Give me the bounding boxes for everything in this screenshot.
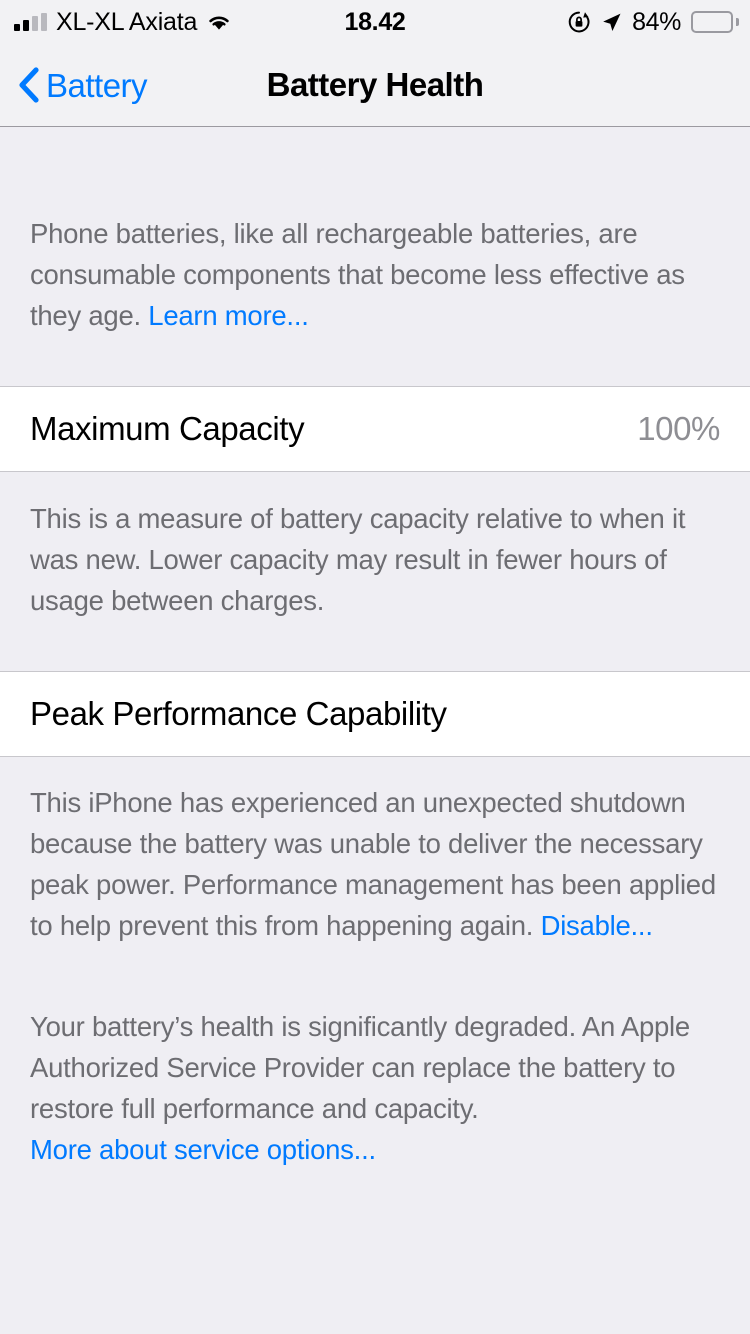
peak-performance-capability-row: Peak Performance Capability xyxy=(0,671,750,757)
maximum-capacity-description: This is a measure of battery capacity re… xyxy=(30,503,686,616)
carrier-name: XL-XL Axiata xyxy=(56,7,198,36)
peak-performance-description: This iPhone has experienced an unexpecte… xyxy=(0,757,750,946)
cellular-signal-icon xyxy=(14,12,47,31)
battery-icon xyxy=(691,11,739,33)
maximum-capacity-row: Maximum Capacity 100% xyxy=(0,386,750,472)
intro-description-text: Phone batteries, like all rechargeable b… xyxy=(30,218,685,331)
maximum-capacity-label: Maximum Capacity xyxy=(30,410,305,447)
peak-performance-capability-label: Peak Performance Capability xyxy=(30,695,447,732)
location-arrow-icon xyxy=(601,12,622,33)
learn-more-link[interactable]: Learn more... xyxy=(148,300,309,331)
navigation-bar: Battery Battery Health xyxy=(0,44,750,127)
back-button-label: Battery xyxy=(46,66,148,104)
intro-description: Phone batteries, like all rechargeable b… xyxy=(0,127,750,386)
maximum-capacity-value: 100% xyxy=(637,410,720,447)
status-bar: XL-XL Axiata 18.42 84% xyxy=(0,0,750,44)
chevron-left-icon xyxy=(18,67,40,103)
disable-performance-management-link[interactable]: Disable... xyxy=(541,910,653,941)
rotation-lock-icon xyxy=(567,10,591,34)
settings-content: Phone batteries, like all rechargeable b… xyxy=(0,127,750,1334)
more-about-service-options-link[interactable]: More about service options... xyxy=(30,1129,720,1170)
back-button[interactable]: Battery xyxy=(18,66,148,104)
status-bar-left: XL-XL Axiata xyxy=(14,7,232,36)
status-bar-right: 84% xyxy=(567,7,739,36)
service-advisory-text: Your battery’s health is significantly d… xyxy=(30,1011,690,1124)
battery-health-screen: XL-XL Axiata 18.42 84% Battery Battery H… xyxy=(0,0,750,1334)
service-advisory: Your battery’s health is significantly d… xyxy=(0,946,750,1180)
battery-percentage: 84% xyxy=(632,7,681,36)
wifi-icon xyxy=(206,12,232,32)
